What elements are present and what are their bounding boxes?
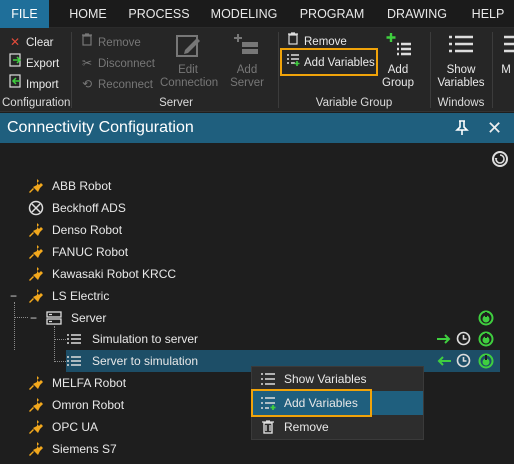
beckhoff-icon [28, 200, 44, 216]
add-server-button[interactable]: Add Server [225, 32, 269, 90]
tree-connector [54, 339, 66, 340]
group-label-server: Server [159, 97, 193, 109]
export-icon [8, 53, 22, 73]
panel-title: Connectivity Configuration [7, 119, 194, 136]
edit-connection-button[interactable]: Edit Connection [160, 32, 218, 90]
tree-item-melfa-robot[interactable]: MELFA Robot [28, 372, 228, 394]
highlight-box [280, 48, 378, 76]
tab-help[interactable]: HELP [466, 0, 510, 28]
add-group-button[interactable]: Add Group [380, 32, 416, 90]
ribbon-divider [492, 32, 493, 108]
tree-item-kawasaki-robot[interactable]: Kawasaki Robot KRCC [28, 263, 228, 285]
tab-modeling[interactable]: MODELING [204, 0, 284, 28]
status-icons-server-to-sim [436, 350, 496, 372]
trash-icon [80, 32, 94, 52]
export-button[interactable]: Export [8, 53, 59, 73]
overflow-ribbon-button[interactable]: M [498, 32, 514, 77]
arrow-right-icon [437, 334, 451, 344]
tab-home[interactable]: HOME [60, 0, 116, 28]
ribbon-divider [71, 32, 72, 108]
close-panel-icon[interactable]: ✕ [487, 116, 502, 140]
close-icon: ✕ [9, 35, 21, 49]
tab-file[interactable]: FILE [0, 0, 49, 28]
context-show-variables[interactable]: Show Variables [252, 367, 423, 391]
tree-item-server[interactable]: Server [46, 307, 246, 329]
power-status-icon[interactable] [478, 353, 494, 369]
tree-connector [54, 361, 66, 362]
collapse-toggle-server[interactable]: − [30, 311, 37, 325]
ribbon: ✕ Clear Export Import Configuration Remov… [0, 28, 514, 112]
remove-server-button[interactable]: Remove [80, 32, 141, 52]
add-server-icon [234, 34, 258, 54]
plug-icon [29, 179, 43, 193]
clock-icon [456, 331, 471, 346]
collapse-toggle-ls-electric[interactable]: − [10, 289, 17, 303]
reconnect-button[interactable]: ⟲ Reconnect [80, 74, 153, 94]
power-status-icon[interactable] [478, 310, 494, 326]
tree-connector [54, 326, 55, 362]
tab-drawing[interactable]: DRAWING [381, 0, 453, 28]
add-group-icon [386, 33, 411, 56]
server-icon [46, 311, 62, 325]
ribbon-divider [278, 32, 279, 108]
clock-icon [456, 353, 471, 368]
group-label-configuration: Configuration [2, 97, 71, 109]
tree-item-fanuc-robot[interactable]: FANUC Robot [28, 241, 228, 263]
plug-icon [29, 420, 43, 434]
tree-item-opc-ua[interactable]: OPC UA [28, 416, 228, 438]
tree-item-beckhoff-ads[interactable]: Beckhoff ADS [28, 197, 228, 219]
menu-bar: FILE HOME PROCESS MODELING PROGRAM DRAWI… [0, 0, 514, 28]
tree-item-denso-robot[interactable]: Denso Robot [28, 219, 228, 241]
tree-connector [14, 302, 15, 350]
list-icon [261, 373, 275, 385]
trash-icon [262, 420, 274, 434]
plug-icon [29, 442, 43, 456]
tree-item-abb-robot[interactable]: ABB Robot [28, 175, 228, 197]
import-button[interactable]: Import [8, 74, 59, 94]
disconnect-icon: ✂ [81, 56, 93, 70]
plug-icon [29, 398, 43, 412]
plug-icon [29, 376, 43, 390]
plug-icon [29, 289, 43, 303]
list-icon [449, 35, 473, 53]
disconnect-button[interactable]: ✂ Disconnect [80, 53, 155, 73]
panel-title-bar: Connectivity Configuration ✕ [0, 113, 514, 143]
tree-item-omron-robot[interactable]: Omron Robot [28, 394, 228, 416]
status-icons-sim-to-server [436, 328, 496, 350]
ribbon-divider [430, 32, 431, 108]
overflow-icon [504, 35, 514, 53]
arrow-left-icon [437, 356, 451, 366]
list-icon [67, 334, 81, 344]
context-remove[interactable]: Remove [252, 415, 423, 439]
group-label-windows: Windows [437, 97, 485, 109]
clear-button[interactable]: ✕ Clear [8, 32, 54, 52]
group-label-variable-group: Variable Group [315, 97, 393, 109]
tree-item-ls-electric[interactable]: LS Electric [28, 285, 228, 307]
refresh-icon[interactable] [491, 150, 509, 168]
show-variables-button[interactable]: Show Variables [436, 32, 486, 90]
edit-icon [176, 35, 200, 57]
highlight-box [251, 389, 372, 417]
plug-icon [29, 223, 43, 237]
tab-process[interactable]: PROCESS [126, 0, 192, 28]
pin-icon[interactable] [455, 120, 469, 136]
tree-item-siemens-s7[interactable]: Siemens S7 [28, 438, 228, 460]
import-icon [8, 74, 22, 94]
tab-program[interactable]: PROGRAM [296, 0, 368, 28]
plug-icon [29, 267, 43, 281]
reconnect-icon: ⟲ [81, 77, 93, 91]
power-status-icon[interactable] [478, 331, 494, 347]
plug-icon [29, 245, 43, 259]
tree-connector [14, 317, 28, 318]
list-icon [67, 356, 81, 366]
